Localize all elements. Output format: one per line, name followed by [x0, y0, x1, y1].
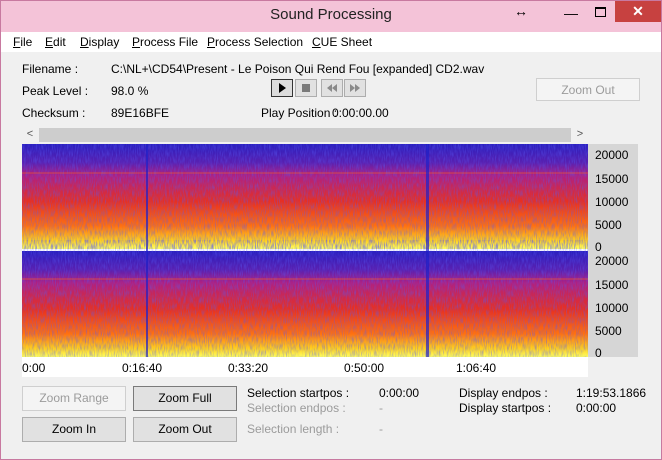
play-button[interactable]	[271, 79, 293, 97]
fast-forward-button[interactable]	[344, 79, 366, 97]
minimize-button[interactable]: —	[558, 5, 584, 27]
stop-button[interactable]	[295, 79, 317, 97]
freq-tick: 0	[595, 346, 602, 360]
filename-value: C:\NL+\CD54\Present - Le Poison Qui Rend…	[111, 62, 485, 76]
time-tick: 0:33:20	[228, 361, 269, 375]
maximize-icon	[594, 7, 606, 17]
freq-tick: 0	[595, 240, 602, 254]
display-endpos-value: 1:19:53.1866	[576, 386, 647, 400]
selection-startpos-label: Selection startpos :	[247, 386, 350, 400]
zoom-range-button[interactable]: Zoom Range	[22, 386, 126, 411]
display-startpos-label: Display startpos :	[459, 401, 552, 415]
freq-tick: 15000	[595, 172, 629, 186]
menu-bar: File Edit Display Process File Process S…	[1, 32, 661, 52]
freq-tick: 10000	[595, 301, 629, 315]
peak-level-value: 98.0 %	[111, 84, 149, 98]
rewind-button[interactable]	[321, 79, 343, 97]
menu-process-file[interactable]: Process File	[132, 35, 198, 49]
selection-startpos-value: 0:00:00	[379, 386, 420, 400]
peak-level-label: Peak Level :	[22, 84, 89, 98]
selection-length-value: -	[379, 422, 383, 436]
title-bar[interactable]: Sound Processing ↔ — ✕	[1, 1, 661, 32]
scrollbar-thumb[interactable]	[39, 128, 571, 142]
maximize-button[interactable]	[587, 6, 613, 28]
time-tick: 0:16:40	[122, 361, 163, 375]
selection-endpos-label: Selection endpos :	[247, 401, 346, 415]
freq-tick: 5000	[595, 324, 622, 338]
menu-display[interactable]: Display	[80, 35, 119, 49]
frequency-axis-panel: 20000 15000 10000 5000 0 20000 15000 100…	[588, 144, 638, 360]
rewind-icon	[327, 84, 337, 92]
time-tick: 0:50:00	[344, 361, 385, 375]
time-axis: 0:00 0:16:40 0:33:20 0:50:00 1:06:40	[22, 357, 588, 377]
menu-edit[interactable]: Edit	[45, 35, 66, 49]
spectrogram-display[interactable]	[22, 144, 588, 357]
selection-endpos-value: -	[379, 401, 383, 415]
time-tick: 1:06:40	[456, 361, 497, 375]
menu-file[interactable]: File	[13, 35, 32, 49]
close-button[interactable]: ✕	[615, 1, 661, 22]
resize-icon[interactable]: ↔	[509, 3, 533, 25]
play-position-value: 0:00:00.00	[332, 106, 389, 120]
freq-tick: 10000	[595, 195, 629, 209]
checksum-value: 89E16BFE	[111, 106, 170, 120]
play-position-label: Play Position :	[261, 106, 338, 120]
freq-tick: 15000	[595, 278, 629, 292]
sound-processing-window: Sound Processing ↔ — ✕ File Edit Display…	[0, 0, 662, 460]
scroll-left-icon[interactable]: <	[22, 127, 38, 143]
freq-tick: 5000	[595, 218, 622, 232]
fast-forward-icon	[350, 84, 360, 92]
freq-tick: 20000	[595, 148, 629, 162]
zoom-out-button[interactable]: Zoom Out	[133, 417, 237, 442]
zoom-in-button[interactable]: Zoom In	[22, 417, 126, 442]
checksum-label: Checksum :	[22, 106, 86, 120]
freq-tick: 20000	[595, 254, 629, 268]
time-tick: 0:00	[22, 361, 46, 375]
stop-icon	[302, 84, 310, 92]
play-icon	[279, 83, 286, 93]
selection-length-label: Selection length :	[247, 422, 340, 436]
scroll-right-icon[interactable]: >	[572, 127, 588, 143]
filename-label: Filename :	[22, 62, 79, 76]
spectrogram-image	[22, 144, 588, 357]
horizontal-scrollbar[interactable]: < >	[22, 127, 588, 143]
display-endpos-label: Display endpos :	[459, 386, 548, 400]
menu-process-selection[interactable]: Process Selection	[207, 35, 303, 49]
display-startpos-value: 0:00:00	[576, 401, 617, 415]
zoom-full-button[interactable]: Zoom Full	[133, 386, 237, 411]
zoom-out-top-button[interactable]: Zoom Out	[536, 78, 640, 101]
menu-cue-sheet[interactable]: CUE Sheet	[312, 35, 372, 49]
